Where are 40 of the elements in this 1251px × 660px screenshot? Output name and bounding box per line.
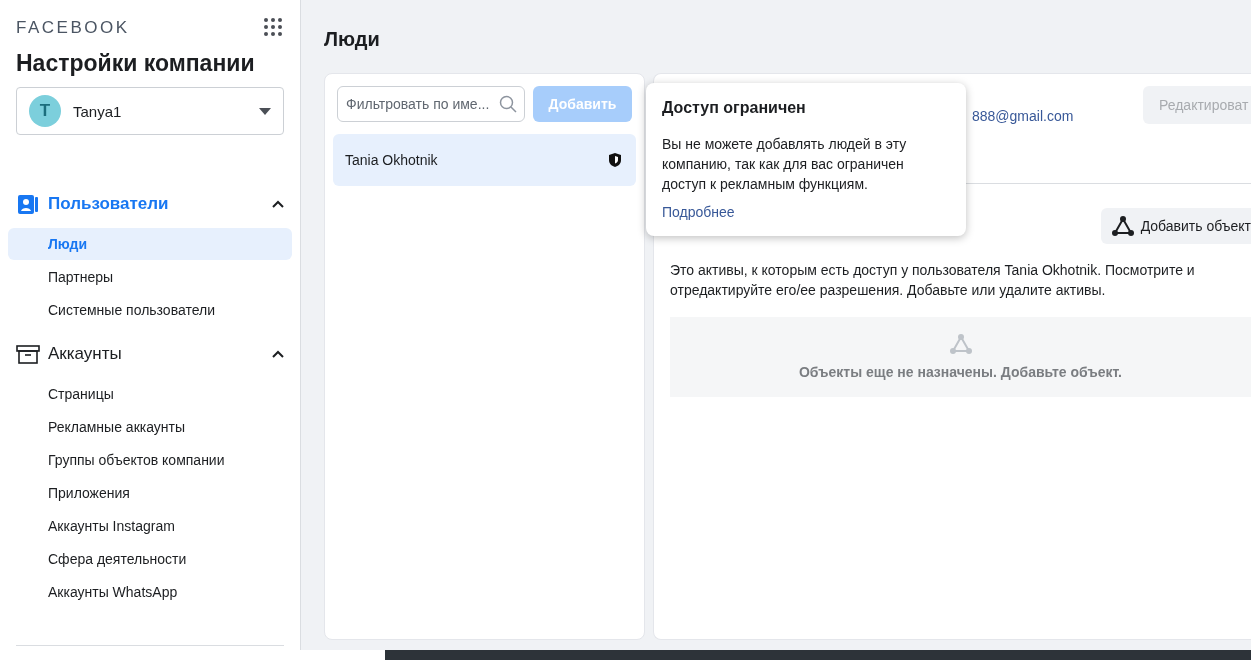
triangle-nodes-icon — [948, 334, 973, 354]
search-icon — [499, 95, 517, 113]
empty-assets-text: Объекты еще не назначены. Добавьте объект. — [799, 364, 1122, 380]
nav-item[interactable]: Рекламные аккаунты — [8, 411, 292, 443]
page-heading: Настройки компании — [15, 49, 256, 77]
nav-item[interactable]: Аккаунты WhatsApp — [8, 576, 292, 608]
nav-item[interactable]: Люди — [8, 228, 292, 260]
dropdown-caret-icon — [259, 107, 271, 115]
nav-section-header[interactable]: Пользователи — [8, 187, 292, 221]
nav-item[interactable]: Партнеры — [8, 261, 292, 293]
nav-item[interactable]: Страницы — [8, 378, 292, 410]
person-row[interactable]: Tania Okhotnik — [333, 134, 636, 186]
assets-description: Это активы, к которым есть доступ у пользователя Tania Okhotnik. Посмотрите и отредактируйте его/ее разрешения. Добавьте или удалите активы. — [669, 261, 1196, 300]
filter-search-field[interactable]: Фильтровать по име... — [337, 86, 525, 122]
add-assets-button[interactable]: Добавить объект — [1100, 208, 1251, 244]
account-selector[interactable]: T Tanya1 — [16, 87, 284, 135]
nav-section-header[interactable]: Аккаунты — [8, 337, 292, 371]
nav-item[interactable]: Приложения — [8, 477, 292, 509]
chevron-up-icon[interactable] — [272, 350, 284, 358]
section-title: Люди — [324, 28, 381, 52]
popover-title: Доступ ограничен — [662, 99, 807, 117]
popover-text: Вы не можете добавлять людей в эту компанию, так как для вас ограничен доступ к рекламным функциям. — [662, 135, 908, 194]
triangle-nodes-icon — [1110, 216, 1135, 236]
nav-item[interactable]: Аккаунты Instagram — [8, 510, 292, 542]
account-avatar: T — [29, 95, 61, 127]
nav-item[interactable]: Сфера деятельности — [8, 543, 292, 575]
nav-section-label: Пользователи — [48, 194, 170, 214]
nav-section-label: Аккаунты — [48, 344, 123, 364]
email-link[interactable]: 888@gmail.com — [972, 108, 1074, 124]
people-icon — [16, 192, 40, 216]
nav-item[interactable]: Системные пользователи — [8, 294, 292, 326]
account-name: Tanya1 — [73, 102, 123, 120]
apps-grid-icon[interactable] — [264, 18, 284, 38]
chevron-up-icon[interactable] — [272, 200, 284, 208]
learn-more-link[interactable]: Подробнее — [662, 204, 735, 220]
archive-box-icon — [16, 342, 40, 366]
nav-item[interactable]: Группы объектов компании — [8, 444, 292, 476]
shield-icon — [608, 152, 622, 168]
brand-logo: FACEBOOK — [16, 18, 130, 38]
person-name: Tania Okhotnik — [345, 152, 438, 168]
